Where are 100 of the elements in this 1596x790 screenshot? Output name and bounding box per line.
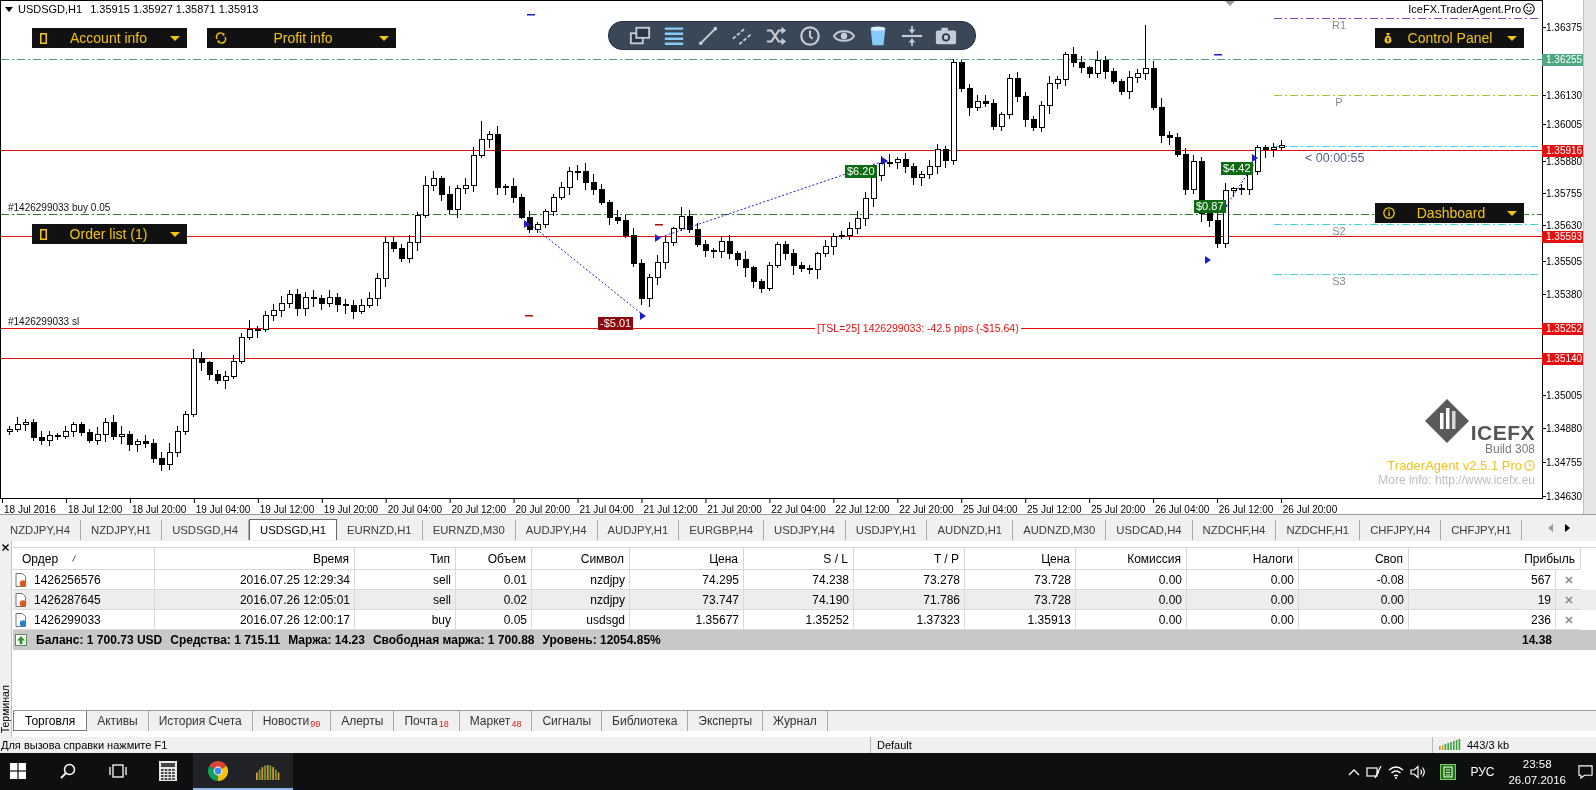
dropdown-button[interactable]: Dashboard [1375,203,1524,223]
time-tick-label: 26 Jul 12:00 [1218,504,1274,515]
rectangle-icon [40,32,47,44]
time-tick-label: 25 Jul 12:00 [1027,504,1082,515]
price-tag: 1.35252 [1542,323,1583,335]
wifi-icon[interactable] [1388,764,1405,779]
trade-line [1225,159,1258,207]
chevron-up-icon[interactable] [1348,767,1361,776]
summary-item: Уровень: 12054.85% [542,633,661,647]
summary-item: Средства: 1 715.11 [170,633,281,647]
menu-icon[interactable] [663,24,685,47]
dropdown-button[interactable]: Profit info [207,28,396,48]
diagonal-line-icon[interactable] [697,24,719,47]
profit-label: $0.87 [1194,200,1226,213]
pivot-label: S3 [1331,275,1347,287]
terminal-tab[interactable]: Активы [87,711,149,731]
price-tick-label: 1.36005 [1546,119,1583,130]
price-tick-label: 1.35880 [1546,156,1583,167]
speaker-icon[interactable] [1410,764,1427,779]
chart-tab[interactable]: EURNZD,M30 [422,520,516,540]
notification-icon[interactable] [1578,764,1593,779]
chart-tab[interactable]: CHFJPY,H1 [1441,520,1523,540]
price-tick-label: 1.34755 [1546,457,1583,468]
chart-tab[interactable]: EURNZD,H1 [336,520,423,540]
start-icon [10,762,26,779]
order-document-icon [15,592,27,607]
chart-tab[interactable]: NZDJPY,H4 [0,520,82,540]
time-tick-label: 21 Jul 20:00 [707,504,762,515]
taskbar-button[interactable] [243,753,293,790]
caret-icon [1507,35,1517,41]
money-bag-icon [1383,32,1393,44]
time-tick-label: 21 Jul 12:00 [643,504,698,515]
dropdown-button[interactable]: Account info [32,28,187,48]
price-tick-label: 1.36130 [1546,90,1583,101]
info-icon [1383,207,1395,219]
overlapping-windows-icon[interactable] [629,24,651,47]
sort-indicator-icon [72,555,77,562]
price-tag: 1.35140 [1542,353,1583,365]
document-icon[interactable] [1440,763,1457,780]
cycle-icon [215,32,227,44]
rectangle-icon [40,228,47,240]
clock-icon[interactable] [799,24,821,47]
chart-tab[interactable]: USDCAD,H4 [1106,520,1193,540]
dropdown-triangle-icon[interactable] [5,6,13,12]
chart-tab[interactable]: NZDJPY,H1 [81,520,163,540]
chart-tab[interactable]: NZDCHF,H4 [1192,520,1277,540]
chart-tab[interactable]: CHFJPY,H4 [1360,520,1442,540]
vertical-arrows-icon[interactable] [901,24,923,47]
terminal-tab[interactable]: История Счета [148,711,253,731]
terminal-tab[interactable]: Торговля [13,711,88,731]
dropdown-button[interactable]: Order list (1) [32,224,187,244]
time-label: 23:58 [1522,756,1552,772]
price-tick-label: 1.34880 [1546,423,1583,434]
price-tick-label: 1.35630 [1546,220,1583,231]
chart-tab[interactable]: NZDCHF,H1 [1276,520,1361,540]
chart-tab[interactable]: USDJPY,H4 [764,520,846,540]
taskbar-button[interactable] [193,753,243,790]
up-arrow-icon [15,634,27,646]
terminal-tab[interactable]: Журнал [763,711,828,731]
terminal-tab[interactable]: Эксперты [688,711,764,731]
order-label: #1426299033 buy 0.05 [8,202,111,213]
terminal-tab[interactable]: Сигналы [532,711,603,731]
terminal-tab[interactable]: Алерты [331,711,395,731]
time-tick-label: 22 Jul 12:00 [835,504,890,515]
close-icon[interactable] [2,544,9,551]
triangle-marker-icon [655,234,661,242]
dropdown-button[interactable]: Control Panel [1375,28,1524,48]
chart-tab[interactable]: AUDJPY,H1 [597,520,680,540]
chart-tab[interactable]: EURGBP,H4 [679,520,765,540]
language-indicator[interactable]: РУС [1470,764,1495,779]
price-tick-label: 1.35005 [1546,390,1583,401]
summary-item: Маржа: 14.23 [288,633,365,647]
logo-text: ICEFX [1470,423,1535,443]
time-tick-label: 18 Jul 20:00 [131,504,187,515]
terminal-tab[interactable]: Библиотека [602,711,689,731]
profit-label: $6.20 [845,165,877,178]
triangle-marker-icon[interactable] [1225,1,1235,6]
chart-tab[interactable]: AUDJPY,H4 [515,520,598,540]
price-tick-label: 1.34630 [1546,491,1583,502]
countdown-label: < 00:00:55 [1305,151,1365,165]
dash-marker-icon [525,315,533,317]
order-document-icon [15,612,27,627]
price-tag: 1.35916 [1542,145,1583,157]
chart-tab[interactable]: USDSGD,H1 [249,519,337,540]
battery-icon[interactable] [1366,764,1383,779]
time-tick-label: 19 Jul 12:00 [259,504,315,515]
time-tick-label: 18 Jul 12:00 [67,504,123,515]
table-row[interactable]: 1426287645 2016.07.26 12:05:01 sell 0.02 nzdjpy 73.747 74.190 71.786 73.728 0.00 0.00 0.00 19 [13,590,1596,610]
chart-tab[interactable]: AUDNZD,H1 [927,520,1014,540]
time-tick-label: 22 Jul 20:00 [899,504,954,515]
price-tick-label: 1.35755 [1546,188,1583,199]
chart-quotes: 1.35915 1.35927 1.35871 1.35913 [90,3,259,15]
scroll-right-icon[interactable] [1565,523,1570,532]
browser-icon [208,760,228,781]
triangle-marker-icon [1205,256,1211,264]
chart-tab[interactable]: USDJPY,H1 [845,520,928,540]
dash-marker-icon [1214,54,1222,56]
chart-tab[interactable]: AUDNZD,M30 [1013,520,1107,540]
summary-item: Свободная маржа: 1 700.88 [372,633,535,647]
time-tick-label: 18 Jul 2016 [4,504,56,515]
